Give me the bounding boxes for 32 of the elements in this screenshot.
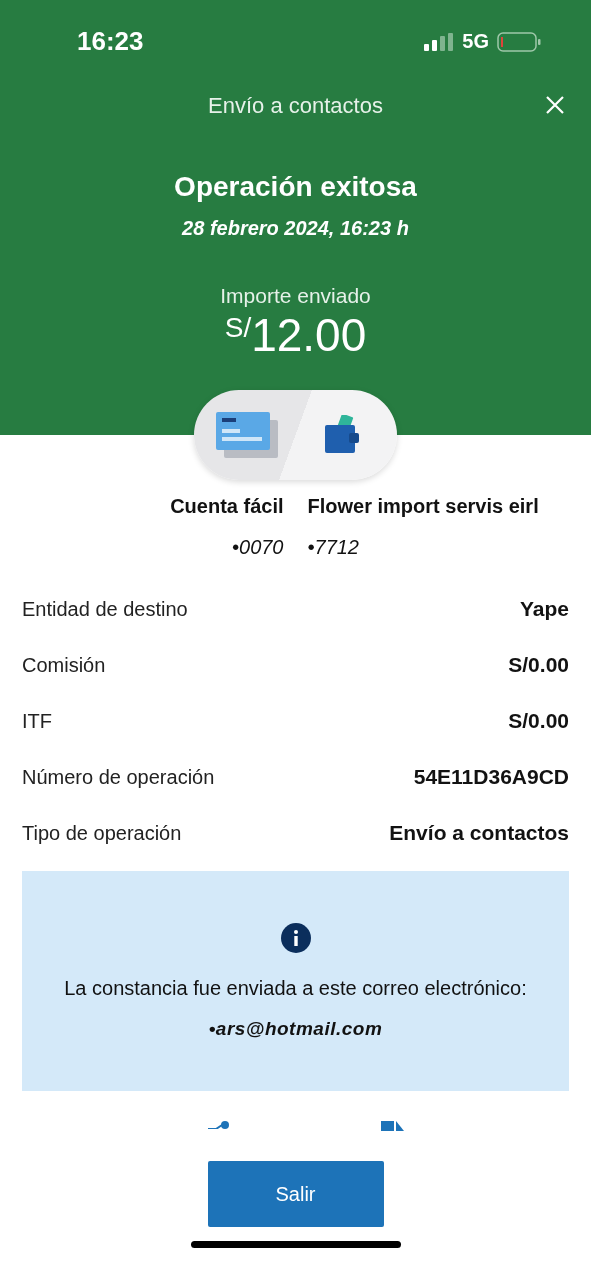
status-time: 16:23 <box>77 26 144 57</box>
detail-value: 54E11D36A9CD <box>413 765 569 789</box>
screen-title: Envío a contactos <box>208 93 383 119</box>
detail-value: Yape <box>519 597 569 621</box>
card-icon <box>216 412 278 458</box>
network-label: 5G <box>462 30 489 53</box>
close-icon <box>545 95 565 115</box>
wallet-icon <box>325 415 361 455</box>
detail-label: Número de operación <box>22 765 215 789</box>
operation-date: 28 febrero 2024, 16:23 h <box>182 217 409 240</box>
detail-value: Envío a contactos <box>389 821 569 845</box>
amount-label: Importe enviado <box>220 284 371 308</box>
close-button[interactable] <box>545 95 565 115</box>
detail-label: Comisión <box>22 653 106 677</box>
detail-value: S/0.00 <box>508 653 569 677</box>
exit-button[interactable]: Salir <box>207 1161 384 1227</box>
detail-label: ITF <box>22 709 52 733</box>
account-number: •7712 <box>307 536 359 559</box>
detail-value: S/0.00 <box>508 709 569 733</box>
email-address: •ars@hotmail.com <box>208 1017 383 1040</box>
info-icon <box>280 922 311 953</box>
success-title: Operación exitosa <box>174 171 417 203</box>
detail-label: Entidad de destino <box>22 597 188 621</box>
account-name: Flower import servis eirl <box>307 495 539 518</box>
account-name: Cuenta fácil <box>170 495 284 518</box>
battery-icon <box>497 31 541 52</box>
detail-label: Tipo de operación <box>22 821 182 845</box>
currency-symbol: S/ <box>224 312 252 343</box>
amount-value: 12.00 <box>251 308 367 362</box>
notice-text: La constancia fue enviada a este correo electrónico: <box>64 976 527 1000</box>
signal-icon <box>424 32 455 51</box>
account-number: •0070 <box>232 536 284 559</box>
